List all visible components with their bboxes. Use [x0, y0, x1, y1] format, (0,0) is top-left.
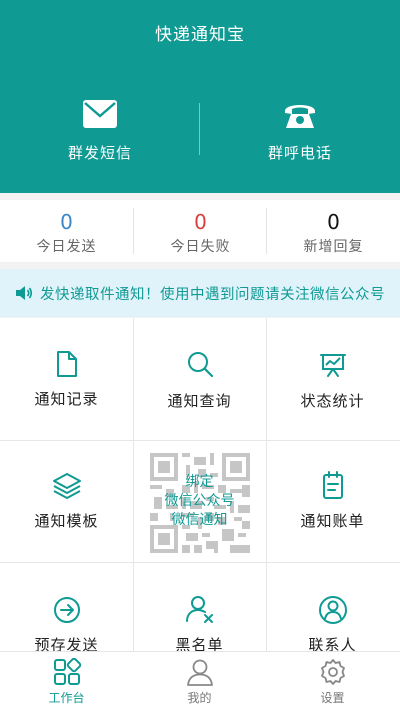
grid-item-notify-templates[interactable]: 通知模板	[0, 440, 133, 562]
tab-label: 我的	[187, 691, 212, 705]
qr-line-wechat-account: 微信公众号	[164, 493, 235, 509]
stat-new-replies[interactable]: 0 新增回复	[267, 200, 400, 262]
chart-board-icon	[319, 352, 347, 382]
grid-item-label: 通知账单	[300, 512, 365, 530]
grid-item-notify-bills[interactable]: 通知账单	[266, 440, 399, 562]
document-icon	[55, 350, 79, 382]
function-grid: 通知记录 通知查询 状态统计 通知模板 绑定 微信公众号 微信通知 通知账单 预…	[0, 318, 400, 651]
speaker-icon	[15, 285, 33, 305]
telephone-icon	[200, 100, 400, 134]
tab-label: 工作台	[48, 691, 85, 705]
grid-item-label: 通知模板	[34, 512, 99, 530]
grid-item-label: 状态统计	[300, 392, 365, 410]
mass-sms-label: 群发短信	[67, 144, 132, 162]
person-icon	[186, 658, 214, 690]
stat-replies-label: 新增回复	[303, 239, 364, 255]
layers-icon	[52, 472, 82, 504]
tab-label: 设置	[320, 691, 345, 705]
search-icon	[186, 350, 214, 382]
envelope-icon	[0, 100, 200, 134]
stat-sent-today[interactable]: 0 今日发送	[0, 200, 133, 262]
gear-icon	[319, 658, 347, 690]
tab-workbench[interactable]: 工作台	[0, 652, 133, 711]
stat-failed-value: 0	[194, 210, 207, 234]
grid-item-label: 联系人	[308, 636, 357, 651]
mass-sms-button[interactable]: 群发短信	[0, 100, 200, 164]
stat-sent-value: 0	[60, 210, 73, 234]
grid-item-prestore-send[interactable]: 预存发送	[0, 562, 133, 651]
app-title: 快递通知宝	[155, 25, 245, 45]
contact-icon	[318, 595, 348, 629]
bottom-tab-bar: 工作台 我的 设置	[0, 651, 400, 711]
notice-bar[interactable]: 发快递取件通知！使用中遇到问题请关注微信公众号	[0, 269, 400, 317]
wechat-bind-text: 绑定 微信公众号 微信通知	[133, 473, 266, 530]
grid-item-status-stats[interactable]: 状态统计	[266, 318, 399, 440]
mass-call-label: 群呼电话	[267, 144, 332, 162]
notice-text: 发快递取件通知！使用中遇到问题请关注微信公众号	[40, 287, 385, 303]
grid-item-label: 通知查询	[167, 392, 232, 410]
wechat-bind-qr[interactable]: 绑定 微信公众号 微信通知	[133, 440, 266, 562]
grid-item-label: 黑名单	[175, 636, 224, 651]
tab-settings[interactable]: 设置	[266, 652, 399, 711]
mass-call-button[interactable]: 群呼电话	[200, 100, 400, 164]
clipboard-icon	[321, 470, 345, 504]
app-header: 快递通知宝 群发短信 群呼电话	[0, 0, 400, 193]
qr-line-bind: 绑定	[185, 474, 214, 490]
stats-panel: 0 今日发送 0 今日失败 0 新增回复	[0, 200, 400, 262]
stat-failed-label: 今日失败	[170, 239, 231, 255]
stat-replies-value: 0	[327, 210, 340, 234]
grid-item-notify-query[interactable]: 通知查询	[133, 318, 266, 440]
grid-icon	[53, 657, 81, 690]
grid-item-contacts[interactable]: 联系人	[266, 562, 399, 651]
user-block-icon	[185, 594, 215, 628]
stat-sent-label: 今日发送	[36, 239, 97, 255]
stat-failed-today[interactable]: 0 今日失败	[134, 200, 267, 262]
grid-item-notify-records[interactable]: 通知记录	[0, 318, 133, 440]
qr-line-wechat-notify: 微信通知	[171, 512, 228, 528]
tab-mine[interactable]: 我的	[133, 652, 266, 711]
grid-item-label: 预存发送	[34, 636, 99, 651]
grid-item-blacklist[interactable]: 黑名单	[133, 562, 266, 651]
arrow-circle-icon	[53, 596, 81, 628]
grid-item-label: 通知记录	[34, 390, 99, 408]
